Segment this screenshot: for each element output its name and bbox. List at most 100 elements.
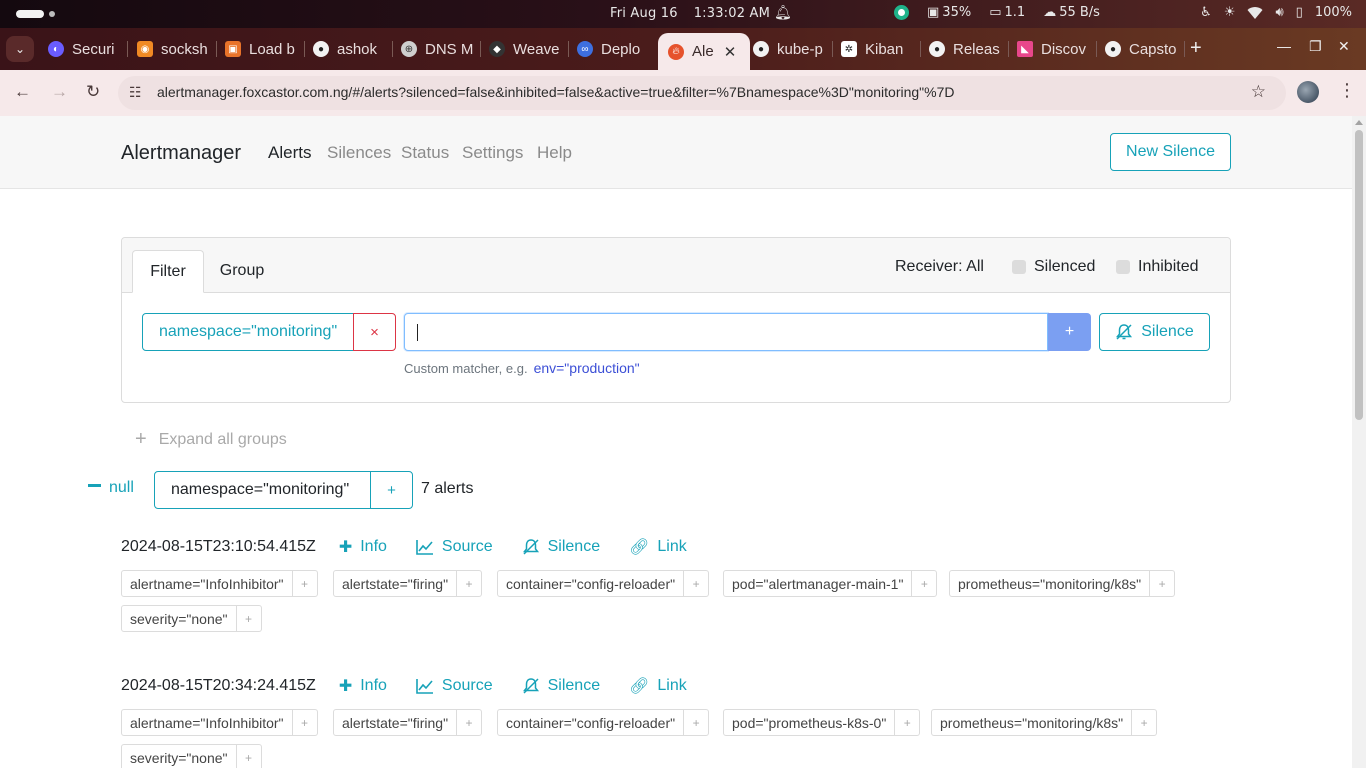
label-chip[interactable]: severity="none" + [121,605,262,632]
alert-link[interactable]: 🔗︎ Link [629,676,687,696]
add-label-filter-button[interactable]: + [1149,571,1174,596]
url-text[interactable]: alertmanager.foxcastor.com.ng/#/alerts?s… [157,84,955,100]
close-window-icon[interactable]: ✕ [1338,38,1350,55]
tab-releases[interactable]: ● Releas [929,35,1009,63]
profile-avatar[interactable] [1297,81,1319,103]
tray-zoom-icon[interactable] [894,5,909,20]
receiver-selector[interactable]: Receiver: All [895,258,984,276]
minimize-icon[interactable]: — [1277,38,1291,54]
brand[interactable]: Alertmanager [121,142,241,165]
label-chip[interactable]: pod="alertmanager-main-1" + [723,570,938,597]
scrollbar-thumb[interactable] [1355,130,1363,420]
tab-kibana[interactable]: ✲ Kiban [841,35,921,63]
alert-silence-link[interactable]: Silence [522,538,600,556]
tab-dns[interactable]: ⊕ DNS M [401,35,481,63]
add-label-filter-button[interactable]: + [456,571,481,596]
tab-capstone[interactable]: ● Capsto [1105,35,1185,63]
add-label-filter-button[interactable]: + [291,710,317,735]
address-bar[interactable]: ☷ alertmanager.foxcastor.com.ng/#/alerts… [118,76,1286,110]
label-chip[interactable]: prometheus="monitoring/k8s" + [949,570,1176,597]
maximize-icon[interactable]: ❐ [1309,38,1322,55]
silenced-checkbox[interactable]: Silenced [1012,258,1095,276]
add-matcher-button[interactable]: + [1048,313,1091,351]
label-chip[interactable]: alertstate="firing" + [333,709,483,736]
forward-arrow-icon[interactable]: → [51,82,68,102]
brightness-icon[interactable]: ☀ [1224,5,1236,20]
os-clock[interactable]: Fri Aug 16 1:33:02 AM [610,6,786,21]
label-chip[interactable]: container="config-reloader" + [497,709,710,736]
alert-timestamp: 2024-08-15T23:10:54.415Z [121,538,316,555]
label-chip[interactable]: alertname="InfoInhibitor" + [121,709,318,736]
alert-info-link[interactable]: ✚ Info [339,676,387,696]
tray-display[interactable]: ▭ 1.1 [989,5,1025,20]
label-chip[interactable]: pod="prometheus-k8s-0" + [723,709,921,736]
add-label-filter-button[interactable]: + [1131,710,1156,735]
add-group-label-button[interactable]: + [370,471,413,509]
workspace-dot-icon[interactable] [49,11,55,17]
nav-silences[interactable]: Silences [327,143,391,163]
tab-deploy[interactable]: ∞ Deplo [577,35,657,63]
add-label-filter-button[interactable]: + [456,710,481,735]
workspace-indicator-icon[interactable] [16,10,44,18]
scroll-up-arrow-icon[interactable] [1355,120,1363,125]
tab-filter[interactable]: Filter [132,250,204,293]
label-chip[interactable]: alertname="InfoInhibitor" + [121,570,318,597]
volume-icon[interactable]: 🔊︎ [1275,5,1283,20]
bookmark-star-icon[interactable]: ☆ [1251,82,1266,102]
group-label-chip[interactable]: namespace="monitoring" [154,471,371,509]
expand-all-groups-button[interactable]: + Expand all groups [135,427,287,450]
alert-source-link[interactable]: Source [416,538,493,556]
filter-matcher-chip[interactable]: namespace="monitoring" [142,313,354,351]
tab-discover[interactable]: ◣ Discov [1017,35,1097,63]
label-chip[interactable]: prometheus="monitoring/k8s" + [931,709,1158,736]
label-chip[interactable]: alertstate="firing" + [333,570,483,597]
close-tab-icon[interactable]: ✕ [724,43,737,61]
tab-security[interactable]: ◐ Securi [48,35,128,63]
accessibility-icon[interactable]: ♿︎ [1200,5,1212,20]
inhibited-checkbox[interactable]: Inhibited [1116,258,1199,276]
page-scrollbar[interactable] [1352,116,1366,768]
tab-search-chevron-icon[interactable]: ⌄ [6,36,34,62]
tab-kube-prometheus[interactable]: ● kube-p [753,35,833,63]
remove-matcher-button[interactable]: × [353,313,396,351]
nav-help[interactable]: Help [537,143,572,163]
silence-filter-button[interactable]: Silence [1099,313,1210,351]
collapse-group-button[interactable]: null [88,479,134,497]
new-silence-button[interactable]: New Silence [1110,133,1231,171]
tab-load-balancer[interactable]: ▣ Load b [225,35,305,63]
alert-link[interactable]: 🔗︎ Link [629,537,687,557]
back-arrow-icon[interactable]: ← [14,82,31,102]
alert-source-link[interactable]: Source [416,677,493,695]
checkbox-box[interactable] [1116,260,1130,274]
tab-github-ashok[interactable]: ● ashok [313,35,393,63]
nav-settings[interactable]: Settings [462,143,523,163]
tab-sockshop[interactable]: ◉ socksh [137,35,217,63]
alert-info-link[interactable]: ✚ Info [339,537,387,557]
new-tab-icon[interactable]: + [1190,37,1202,60]
add-label-filter-button[interactable]: + [683,710,708,735]
tab-weave[interactable]: ◆ Weave [489,35,569,63]
nav-alerts[interactable]: Alerts [268,143,311,163]
label-chip[interactable]: severity="none" + [121,744,262,768]
tab-alertmanager[interactable]: 🔥︎ Ale ✕ [658,33,750,70]
tray-cpu[interactable]: ▣ 35% [927,5,971,20]
notification-bell-icon[interactable]: 🔔︎ [774,5,792,21]
wifi-icon[interactable] [1247,5,1263,20]
tab-group[interactable]: Group [214,250,270,292]
add-label-filter-button[interactable]: + [235,606,261,631]
nav-status[interactable]: Status [401,143,449,163]
add-label-filter-button[interactable]: + [911,571,936,596]
browser-menu-icon[interactable]: ⋮ [1338,80,1356,101]
tray-network-speed[interactable]: ☁ 55 B/s [1043,5,1100,20]
battery-icon[interactable]: ▯ [1296,5,1303,20]
add-label-filter-button[interactable]: + [894,710,919,735]
custom-matcher-input[interactable] [404,313,1048,351]
add-label-filter-button[interactable]: + [235,745,261,768]
add-label-filter-button[interactable]: + [291,571,317,596]
checkbox-box[interactable] [1012,260,1026,274]
reload-icon[interactable]: ↻ [86,82,100,102]
label-chip[interactable]: container="config-reloader" + [497,570,710,597]
alert-silence-link[interactable]: Silence [522,677,600,695]
site-info-icon[interactable]: ☷ [129,84,142,101]
add-label-filter-button[interactable]: + [683,571,708,596]
